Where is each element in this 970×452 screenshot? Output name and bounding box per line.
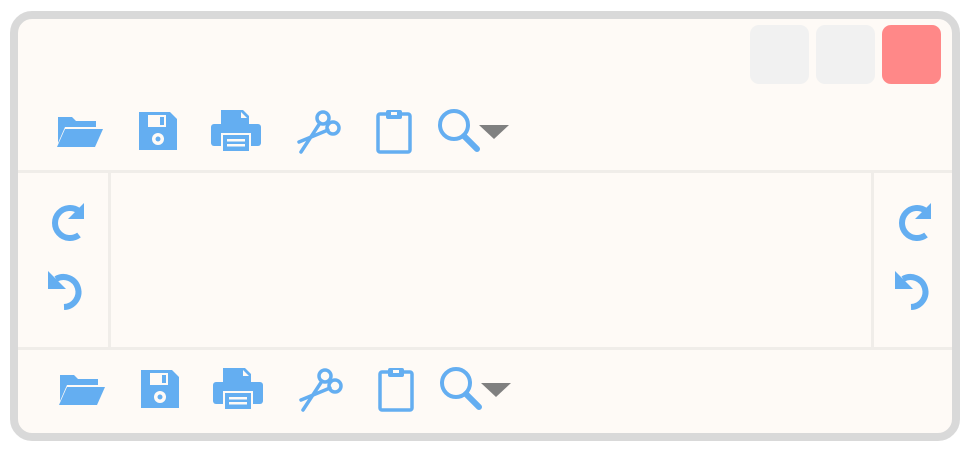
- redo-button[interactable]: [42, 199, 90, 247]
- undo-button[interactable]: [42, 267, 90, 315]
- scissors-icon: [299, 368, 343, 412]
- save-button[interactable]: [128, 103, 188, 159]
- app-window: [10, 11, 960, 441]
- search-button[interactable]: [432, 103, 512, 159]
- folder-open-icon: [59, 375, 105, 405]
- open-button[interactable]: [50, 103, 110, 159]
- chevron-down-icon: [479, 125, 509, 139]
- scissors-icon: [297, 110, 341, 154]
- paste-button[interactable]: [364, 103, 424, 159]
- open-button[interactable]: [52, 361, 112, 417]
- top-toolbar: [18, 103, 952, 173]
- cut-button[interactable]: [288, 103, 348, 159]
- undo-icon: [48, 271, 82, 310]
- redo-icon: [899, 203, 931, 241]
- chevron-down-icon: [481, 383, 511, 397]
- content-area[interactable]: [111, 173, 871, 347]
- paste-button[interactable]: [366, 361, 426, 417]
- bottom-toolbar: [18, 361, 952, 431]
- search-icon: [440, 367, 482, 410]
- undo-icon: [895, 271, 929, 310]
- maximize-button[interactable]: [816, 25, 875, 84]
- clipboard-icon: [376, 110, 412, 154]
- undo-button[interactable]: [889, 267, 937, 315]
- close-button[interactable]: [882, 25, 941, 84]
- cut-button[interactable]: [290, 361, 350, 417]
- print-button[interactable]: [208, 361, 268, 417]
- redo-icon: [52, 203, 84, 241]
- left-side-panel: [18, 173, 111, 347]
- minimize-button[interactable]: [750, 25, 809, 84]
- print-button[interactable]: [206, 103, 266, 159]
- right-side-panel: [871, 173, 952, 347]
- folder-open-icon: [57, 117, 103, 147]
- save-button[interactable]: [130, 361, 190, 417]
- save-icon: [139, 112, 177, 150]
- redo-button[interactable]: [889, 199, 937, 247]
- search-button[interactable]: [434, 361, 514, 417]
- clipboard-icon: [378, 368, 414, 412]
- toolbar-divider: [18, 347, 952, 350]
- save-icon: [141, 370, 179, 408]
- print-icon: [213, 368, 263, 411]
- search-icon: [438, 109, 480, 152]
- print-icon: [211, 110, 261, 153]
